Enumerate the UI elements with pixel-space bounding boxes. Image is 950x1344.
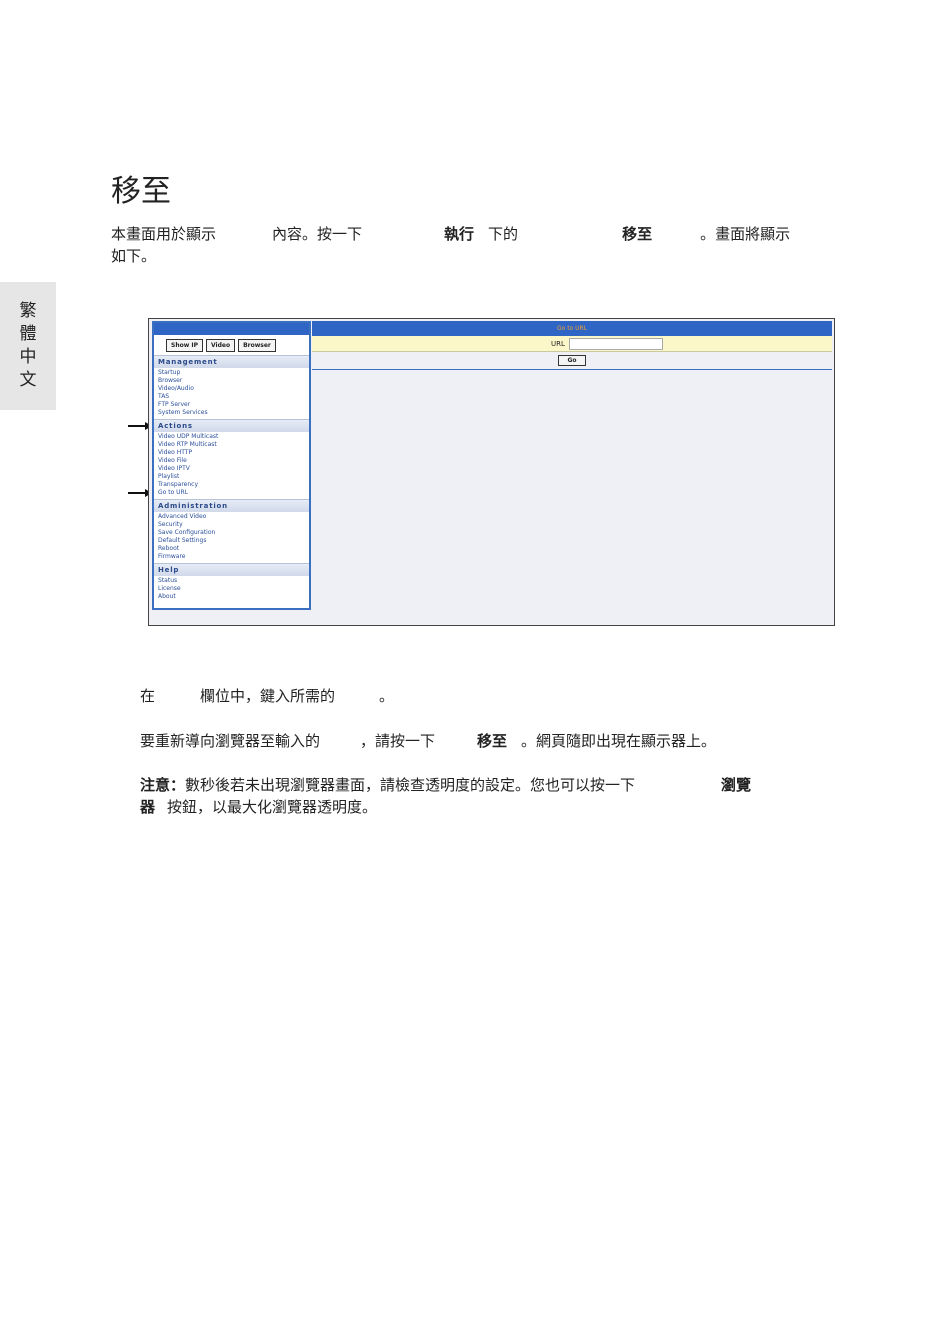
menu-link[interactable]: About xyxy=(154,593,309,601)
menu-header-bar xyxy=(154,323,309,335)
language-side-tab: 繁 體 中 文 xyxy=(0,282,56,410)
note-bold-browser: 瀏覽 xyxy=(721,776,752,794)
go-row: Go xyxy=(312,352,832,370)
intro-text: 下的 xyxy=(488,225,519,243)
menu-link[interactable]: System Services xyxy=(154,409,309,417)
menu-link[interactable]: Video File xyxy=(154,457,309,465)
side-tab-char: 中 xyxy=(19,347,37,367)
menu-link[interactable]: Video RTP Multicast xyxy=(154,441,309,449)
menu-link[interactable]: Video HTTP xyxy=(154,449,309,457)
menu-section-items: Status License About xyxy=(154,576,309,603)
menu-link[interactable]: Save Configuration xyxy=(154,529,309,537)
go-button[interactable]: Go xyxy=(558,355,586,366)
menu-link[interactable]: License xyxy=(154,585,309,593)
menu-section-header: Administration xyxy=(154,499,309,512)
intro-text: 。畫面將顯示 xyxy=(700,225,791,243)
step2-paragraph: 要重新導向瀏覽器至輸入的 ，請按一下 移至 。網頁隨即出現在顯示器上。 xyxy=(140,730,716,752)
intro-bold-actions: 執行 xyxy=(444,225,475,243)
menu-link[interactable]: Reboot xyxy=(154,545,309,553)
step2-bold-goto: 移至 xyxy=(477,732,508,750)
menu-link[interactable]: Video UDP Multicast xyxy=(154,433,309,441)
arrow-icon xyxy=(128,422,152,430)
menu-link[interactable]: TAS xyxy=(154,393,309,401)
menu-section-header: Management xyxy=(154,355,309,368)
menu-link[interactable]: Startup xyxy=(154,369,309,377)
step1-text: 在 xyxy=(140,687,156,705)
side-tab-char: 體 xyxy=(19,324,37,344)
note-bold-browser: 器 xyxy=(140,798,156,816)
menu-section-header: Actions xyxy=(154,419,309,432)
menu-link[interactable]: FTP Server xyxy=(154,401,309,409)
step1-text: 欄位中，鍵入所需的 xyxy=(200,687,336,705)
step2-text: 。網頁隨即出現在顯示器上。 xyxy=(521,732,717,750)
sidebar-menu: Show IP Video Browser Management Startup B… xyxy=(152,321,311,610)
menu-link[interactable]: Security xyxy=(154,521,309,529)
menu-sections: Management Startup Browser Video/Audio TAS FT… xyxy=(154,355,309,603)
step2-text: 要重新導向瀏覽器至輸入的 xyxy=(140,732,321,750)
menu-link[interactable]: Advanced Video xyxy=(154,513,309,521)
go-to-url-screenshot: Show IP Video Browser Management Startup B… xyxy=(148,318,835,626)
menu-section-items: Startup Browser Video/Audio TAS FTP Server Sy… xyxy=(154,368,309,419)
go-to-url-panel: Go to URL URL Go xyxy=(312,321,832,370)
side-tab-char: 文 xyxy=(19,370,37,390)
note-label: 注意： xyxy=(140,776,186,794)
intro-text: 如下。 xyxy=(111,247,157,265)
show-ip-button[interactable]: Show IP xyxy=(166,339,203,352)
side-tab-char: 繁 xyxy=(19,301,37,321)
video-button[interactable]: Video xyxy=(205,339,236,352)
menu-link[interactable]: Default Settings xyxy=(154,537,309,545)
menu-link[interactable]: Video/Audio xyxy=(154,385,309,393)
arrow-icon xyxy=(128,489,152,497)
intro-text: 本畫面用於顯示 xyxy=(111,225,217,243)
top-button-row: Show IP Video Browser xyxy=(154,335,309,355)
panel-title: Go to URL xyxy=(312,321,832,336)
page-title: 移至 xyxy=(111,174,171,209)
intro-text: 內容。按一下 xyxy=(272,225,363,243)
menu-link[interactable]: Status xyxy=(154,577,309,585)
menu-link[interactable]: Transparency xyxy=(154,481,309,489)
note-text: 按鈕，以最大化瀏覽器透明度。 xyxy=(167,798,378,816)
menu-section-header: Help xyxy=(154,563,309,576)
menu-link[interactable]: Firmware xyxy=(154,553,309,561)
note-text: 數秒後若未出現瀏覽器畫面，請檢查透明度的設定。您也可以按一下 xyxy=(185,776,636,794)
step1-paragraph: 在 欄位中，鍵入所需的 。 xyxy=(140,685,394,707)
step1-text: 。 xyxy=(379,687,395,705)
url-row: URL xyxy=(312,336,832,352)
menu-link[interactable]: Browser xyxy=(154,377,309,385)
menu-link[interactable]: Go to URL xyxy=(154,489,309,497)
intro-paragraph: 本畫面用於顯示 內容。按一下 執行 下的 移至 。畫面將顯示 如下。 xyxy=(111,223,851,267)
note-paragraph: 注意：數秒後若未出現瀏覽器畫面，請檢查透明度的設定。您也可以按一下 瀏覽 器按鈕，… xyxy=(140,774,840,818)
menu-section-items: Advanced Video Security Save Configuration… xyxy=(154,512,309,563)
url-input[interactable] xyxy=(568,337,663,350)
menu-link[interactable]: Video IPTV xyxy=(154,465,309,473)
menu-link[interactable]: Playlist xyxy=(154,473,309,481)
url-label: URL xyxy=(551,339,565,348)
intro-bold-goto: 移至 xyxy=(622,225,653,243)
menu-section-items: Video UDP Multicast Video RTP Multicast Vi… xyxy=(154,432,309,499)
browser-button[interactable]: Browser xyxy=(238,339,276,352)
step2-text: ，請按一下 xyxy=(360,732,436,750)
